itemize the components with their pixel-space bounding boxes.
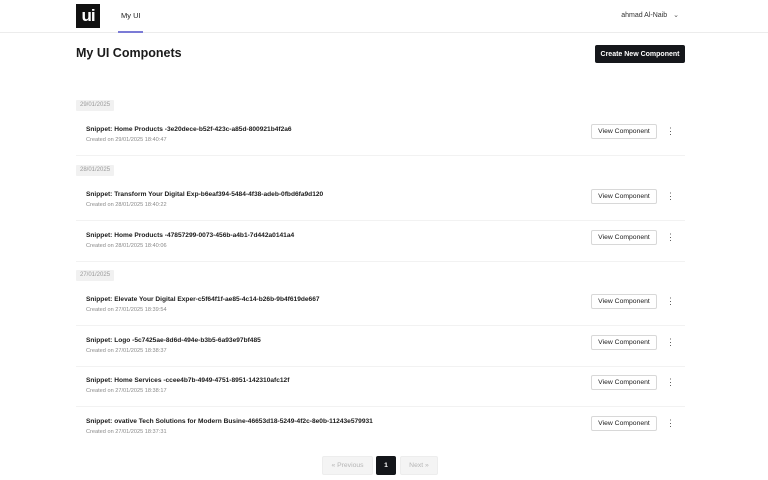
created-timestamp: Created on 27/01/2025 18:37:31 (86, 429, 167, 435)
component-title: Snippet: Logo -5c7425ae-8d6d-494e-b3b5-6… (86, 337, 261, 344)
more-options-icon[interactable]: ⋮ (666, 417, 675, 429)
top-bar: ui My UI ahmad Al-Naib ⌄ (0, 0, 768, 33)
page-1-button[interactable]: 1 (376, 456, 396, 475)
created-timestamp: Created on 27/01/2025 18:39:54 (86, 307, 167, 313)
user-menu[interactable]: ahmad Al-Naib ⌄ (621, 11, 679, 20)
more-options-icon[interactable]: ⋮ (666, 376, 675, 388)
previous-page-button[interactable]: « Previous (322, 456, 373, 475)
row-divider (76, 325, 685, 326)
list-item: Snippet: Home Services -ccee4b7b-4949-47… (76, 375, 685, 411)
date-group-label: 28/01/2025 (76, 165, 115, 176)
more-options-icon[interactable]: ⋮ (666, 190, 675, 202)
user-name: ahmad Al-Naib (621, 11, 668, 19)
row-divider (76, 406, 685, 407)
list-item: Snippet: Transform Your Digital Exp-b6ea… (76, 189, 685, 225)
active-tab-indicator (118, 31, 143, 33)
created-timestamp: Created on 27/01/2025 18:38:37 (86, 348, 167, 354)
create-new-component-button[interactable]: Create New Component (595, 45, 685, 63)
date-group-label: 27/01/2025 (76, 270, 115, 281)
component-title: Snippet: Home Services -ccee4b7b-4949-47… (86, 377, 290, 384)
date-group-label: 29/01/2025 (76, 100, 115, 111)
more-options-icon[interactable]: ⋮ (666, 295, 675, 307)
next-page-button[interactable]: Next » (400, 456, 438, 475)
row-divider (76, 220, 685, 221)
view-component-button[interactable]: View Component (591, 335, 657, 350)
row-divider (76, 366, 685, 367)
component-title: Snippet: Elevate Your Digital Exper-c5f6… (86, 296, 320, 303)
created-timestamp: Created on 28/01/2025 18:40:22 (86, 202, 167, 208)
component-title: Snippet: ovative Tech Solutions for Mode… (86, 418, 373, 425)
view-component-button[interactable]: View Component (591, 124, 657, 139)
view-component-button[interactable]: View Component (591, 189, 657, 204)
component-title: Snippet: Home Products -3e20dece-b52f-42… (86, 126, 292, 133)
component-title: Snippet: Transform Your Digital Exp-b6ea… (86, 191, 324, 198)
list-item: Snippet: Home Products -3e20dece-b52f-42… (76, 124, 685, 160)
view-component-button[interactable]: View Component (591, 375, 657, 390)
list-item: Snippet: Elevate Your Digital Exper-c5f6… (76, 294, 685, 330)
component-title: Snippet: Home Products -47857299-0073-45… (86, 232, 295, 239)
created-timestamp: Created on 28/01/2025 18:40:06 (86, 243, 167, 249)
created-timestamp: Created on 27/01/2025 18:38:17 (86, 388, 167, 394)
view-component-button[interactable]: View Component (591, 416, 657, 431)
more-options-icon[interactable]: ⋮ (666, 125, 675, 137)
app-logo[interactable]: ui (76, 4, 100, 28)
list-item: Snippet: Logo -5c7425ae-8d6d-494e-b3b5-6… (76, 335, 685, 371)
more-options-icon[interactable]: ⋮ (666, 336, 675, 348)
nav-tab-my-ui[interactable]: My UI (121, 11, 141, 20)
view-component-button[interactable]: View Component (591, 294, 657, 309)
row-divider (76, 261, 685, 262)
row-divider (76, 155, 685, 156)
page-title: My UI Componets (76, 46, 182, 60)
chevron-down-icon: ⌄ (673, 12, 679, 19)
view-component-button[interactable]: View Component (591, 230, 657, 245)
more-options-icon[interactable]: ⋮ (666, 231, 675, 243)
list-item: Snippet: ovative Tech Solutions for Mode… (76, 416, 685, 452)
list-item: Snippet: Home Products -47857299-0073-45… (76, 230, 685, 266)
created-timestamp: Created on 29/01/2025 18:40:47 (86, 137, 167, 143)
